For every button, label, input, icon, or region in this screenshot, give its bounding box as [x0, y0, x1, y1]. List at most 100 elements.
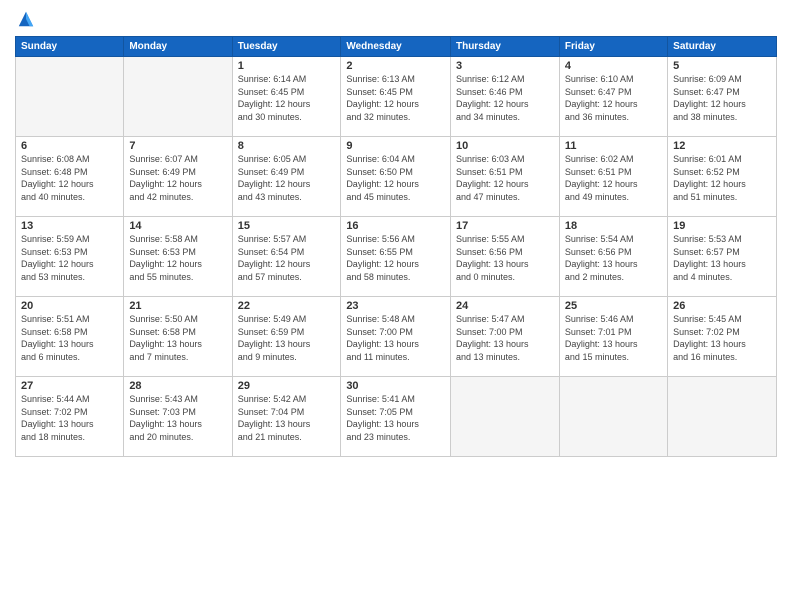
day-number: 10 — [456, 140, 554, 152]
calendar-cell: 9Sunrise: 6:04 AM Sunset: 6:50 PM Daylig… — [341, 137, 451, 217]
weekday-header: Friday — [559, 37, 667, 57]
weekday-header: Monday — [124, 37, 232, 57]
day-number: 4 — [565, 60, 662, 72]
day-detail: Sunrise: 6:07 AM Sunset: 6:49 PM Dayligh… — [129, 153, 226, 203]
day-detail: Sunrise: 6:10 AM Sunset: 6:47 PM Dayligh… — [565, 73, 662, 123]
calendar-cell: 26Sunrise: 5:45 AM Sunset: 7:02 PM Dayli… — [668, 297, 777, 377]
day-detail: Sunrise: 5:50 AM Sunset: 6:58 PM Dayligh… — [129, 313, 226, 363]
day-detail: Sunrise: 6:14 AM Sunset: 6:45 PM Dayligh… — [238, 73, 336, 123]
calendar-cell: 25Sunrise: 5:46 AM Sunset: 7:01 PM Dayli… — [559, 297, 667, 377]
weekday-header: Tuesday — [232, 37, 341, 57]
day-detail: Sunrise: 5:53 AM Sunset: 6:57 PM Dayligh… — [673, 233, 771, 283]
calendar-cell: 22Sunrise: 5:49 AM Sunset: 6:59 PM Dayli… — [232, 297, 341, 377]
day-number: 16 — [346, 220, 445, 232]
calendar-cell: 1Sunrise: 6:14 AM Sunset: 6:45 PM Daylig… — [232, 57, 341, 137]
day-number: 23 — [346, 300, 445, 312]
day-detail: Sunrise: 6:09 AM Sunset: 6:47 PM Dayligh… — [673, 73, 771, 123]
day-detail: Sunrise: 5:58 AM Sunset: 6:53 PM Dayligh… — [129, 233, 226, 283]
weekday-header: Thursday — [450, 37, 559, 57]
day-number: 9 — [346, 140, 445, 152]
calendar-table: SundayMondayTuesdayWednesdayThursdayFrid… — [15, 36, 777, 457]
day-detail: Sunrise: 6:12 AM Sunset: 6:46 PM Dayligh… — [456, 73, 554, 123]
day-detail: Sunrise: 5:46 AM Sunset: 7:01 PM Dayligh… — [565, 313, 662, 363]
calendar-cell: 15Sunrise: 5:57 AM Sunset: 6:54 PM Dayli… — [232, 217, 341, 297]
calendar-cell: 4Sunrise: 6:10 AM Sunset: 6:47 PM Daylig… — [559, 57, 667, 137]
day-detail: Sunrise: 5:59 AM Sunset: 6:53 PM Dayligh… — [21, 233, 118, 283]
calendar-cell: 8Sunrise: 6:05 AM Sunset: 6:49 PM Daylig… — [232, 137, 341, 217]
day-number: 22 — [238, 300, 336, 312]
day-detail: Sunrise: 5:56 AM Sunset: 6:55 PM Dayligh… — [346, 233, 445, 283]
day-detail: Sunrise: 5:45 AM Sunset: 7:02 PM Dayligh… — [673, 313, 771, 363]
calendar-cell — [559, 377, 667, 457]
day-number: 5 — [673, 60, 771, 72]
day-number: 11 — [565, 140, 662, 152]
calendar-cell: 29Sunrise: 5:42 AM Sunset: 7:04 PM Dayli… — [232, 377, 341, 457]
calendar-cell: 5Sunrise: 6:09 AM Sunset: 6:47 PM Daylig… — [668, 57, 777, 137]
logo-icon — [17, 10, 35, 28]
day-detail: Sunrise: 5:41 AM Sunset: 7:05 PM Dayligh… — [346, 393, 445, 443]
weekday-header: Saturday — [668, 37, 777, 57]
day-detail: Sunrise: 5:49 AM Sunset: 6:59 PM Dayligh… — [238, 313, 336, 363]
day-detail: Sunrise: 6:04 AM Sunset: 6:50 PM Dayligh… — [346, 153, 445, 203]
day-detail: Sunrise: 6:01 AM Sunset: 6:52 PM Dayligh… — [673, 153, 771, 203]
day-number: 18 — [565, 220, 662, 232]
weekday-header: Sunday — [16, 37, 124, 57]
day-detail: Sunrise: 6:13 AM Sunset: 6:45 PM Dayligh… — [346, 73, 445, 123]
day-number: 14 — [129, 220, 226, 232]
calendar-week-row: 6Sunrise: 6:08 AM Sunset: 6:48 PM Daylig… — [16, 137, 777, 217]
day-number: 12 — [673, 140, 771, 152]
calendar-cell: 19Sunrise: 5:53 AM Sunset: 6:57 PM Dayli… — [668, 217, 777, 297]
day-number: 20 — [21, 300, 118, 312]
day-number: 24 — [456, 300, 554, 312]
calendar-cell: 2Sunrise: 6:13 AM Sunset: 6:45 PM Daylig… — [341, 57, 451, 137]
calendar-cell: 28Sunrise: 5:43 AM Sunset: 7:03 PM Dayli… — [124, 377, 232, 457]
day-number: 25 — [565, 300, 662, 312]
calendar-cell: 16Sunrise: 5:56 AM Sunset: 6:55 PM Dayli… — [341, 217, 451, 297]
day-number: 17 — [456, 220, 554, 232]
calendar-week-row: 20Sunrise: 5:51 AM Sunset: 6:58 PM Dayli… — [16, 297, 777, 377]
calendar-cell: 7Sunrise: 6:07 AM Sunset: 6:49 PM Daylig… — [124, 137, 232, 217]
day-detail: Sunrise: 5:48 AM Sunset: 7:00 PM Dayligh… — [346, 313, 445, 363]
calendar-cell: 12Sunrise: 6:01 AM Sunset: 6:52 PM Dayli… — [668, 137, 777, 217]
day-number: 27 — [21, 380, 118, 392]
calendar-cell: 20Sunrise: 5:51 AM Sunset: 6:58 PM Dayli… — [16, 297, 124, 377]
day-detail: Sunrise: 5:42 AM Sunset: 7:04 PM Dayligh… — [238, 393, 336, 443]
day-number: 6 — [21, 140, 118, 152]
day-detail: Sunrise: 5:44 AM Sunset: 7:02 PM Dayligh… — [21, 393, 118, 443]
day-detail: Sunrise: 5:55 AM Sunset: 6:56 PM Dayligh… — [456, 233, 554, 283]
day-detail: Sunrise: 5:47 AM Sunset: 7:00 PM Dayligh… — [456, 313, 554, 363]
calendar-cell: 13Sunrise: 5:59 AM Sunset: 6:53 PM Dayli… — [16, 217, 124, 297]
calendar-cell: 14Sunrise: 5:58 AM Sunset: 6:53 PM Dayli… — [124, 217, 232, 297]
calendar-cell: 3Sunrise: 6:12 AM Sunset: 6:46 PM Daylig… — [450, 57, 559, 137]
day-detail: Sunrise: 6:03 AM Sunset: 6:51 PM Dayligh… — [456, 153, 554, 203]
day-detail: Sunrise: 6:02 AM Sunset: 6:51 PM Dayligh… — [565, 153, 662, 203]
logo — [15, 10, 35, 28]
day-detail: Sunrise: 6:05 AM Sunset: 6:49 PM Dayligh… — [238, 153, 336, 203]
calendar-cell: 6Sunrise: 6:08 AM Sunset: 6:48 PM Daylig… — [16, 137, 124, 217]
day-number: 26 — [673, 300, 771, 312]
calendar-week-row: 1Sunrise: 6:14 AM Sunset: 6:45 PM Daylig… — [16, 57, 777, 137]
day-number: 13 — [21, 220, 118, 232]
calendar-cell — [450, 377, 559, 457]
day-detail: Sunrise: 5:57 AM Sunset: 6:54 PM Dayligh… — [238, 233, 336, 283]
day-number: 8 — [238, 140, 336, 152]
header — [15, 10, 777, 28]
calendar-cell: 30Sunrise: 5:41 AM Sunset: 7:05 PM Dayli… — [341, 377, 451, 457]
calendar-cell — [124, 57, 232, 137]
calendar-week-row: 13Sunrise: 5:59 AM Sunset: 6:53 PM Dayli… — [16, 217, 777, 297]
day-detail: Sunrise: 5:54 AM Sunset: 6:56 PM Dayligh… — [565, 233, 662, 283]
day-number: 2 — [346, 60, 445, 72]
calendar-cell: 17Sunrise: 5:55 AM Sunset: 6:56 PM Dayli… — [450, 217, 559, 297]
day-detail: Sunrise: 5:51 AM Sunset: 6:58 PM Dayligh… — [21, 313, 118, 363]
day-detail: Sunrise: 6:08 AM Sunset: 6:48 PM Dayligh… — [21, 153, 118, 203]
calendar-cell: 23Sunrise: 5:48 AM Sunset: 7:00 PM Dayli… — [341, 297, 451, 377]
calendar-header-row: SundayMondayTuesdayWednesdayThursdayFrid… — [16, 37, 777, 57]
calendar-cell: 18Sunrise: 5:54 AM Sunset: 6:56 PM Dayli… — [559, 217, 667, 297]
day-number: 19 — [673, 220, 771, 232]
day-number: 21 — [129, 300, 226, 312]
calendar-cell: 21Sunrise: 5:50 AM Sunset: 6:58 PM Dayli… — [124, 297, 232, 377]
calendar-cell: 24Sunrise: 5:47 AM Sunset: 7:00 PM Dayli… — [450, 297, 559, 377]
day-number: 28 — [129, 380, 226, 392]
calendar-cell: 10Sunrise: 6:03 AM Sunset: 6:51 PM Dayli… — [450, 137, 559, 217]
page: SundayMondayTuesdayWednesdayThursdayFrid… — [0, 0, 792, 612]
